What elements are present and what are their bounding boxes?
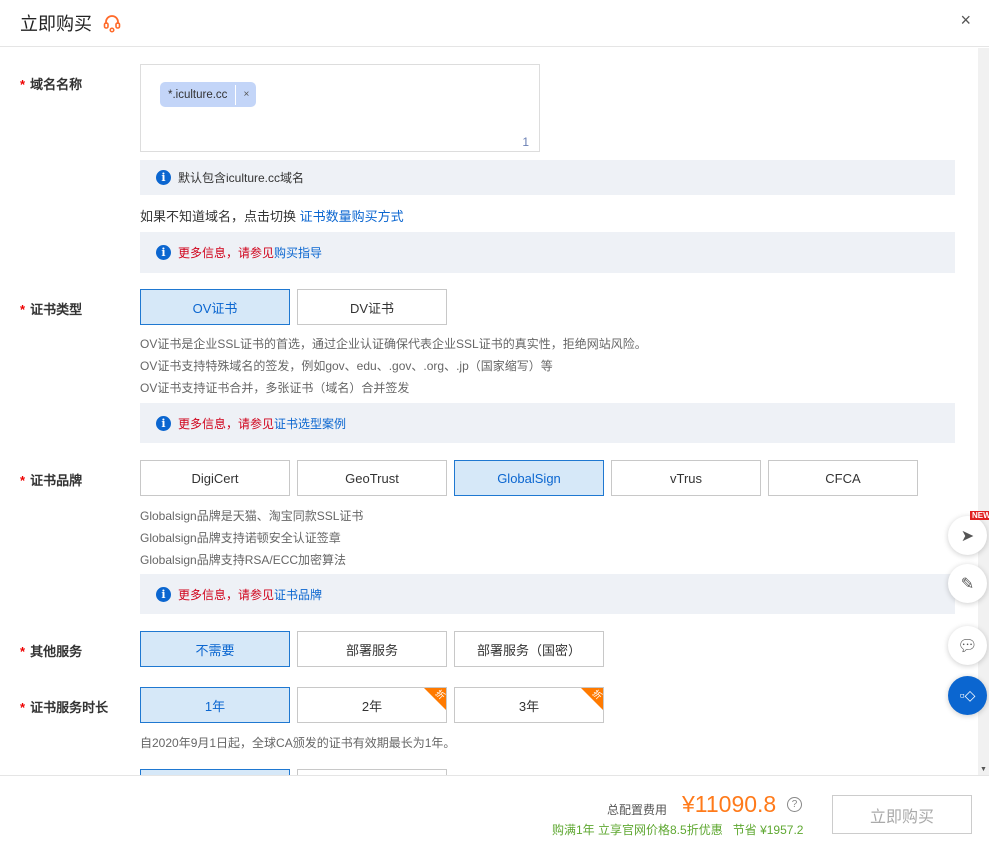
brand-desc: Globalsign品牌是天猫、淘宝同款SSL证书 Globalsign品牌支持… bbox=[140, 505, 363, 571]
chat-icon: 💬︎ bbox=[957, 637, 978, 655]
cert-type-label: * 证书类型 bbox=[20, 302, 83, 317]
domain-info: i 默认包含iculture.cc域名 bbox=[140, 160, 955, 195]
help-icon[interactable]: ? bbox=[787, 797, 802, 812]
info-icon: i bbox=[156, 586, 171, 602]
discount-badge: 折 bbox=[424, 688, 446, 710]
brand-link[interactable]: 证书品牌 bbox=[274, 586, 322, 603]
desc-line: Globalsign品牌是天猫、淘宝同款SSL证书 bbox=[140, 509, 364, 523]
info-text: 默认包含iculture.cc域名 bbox=[178, 171, 305, 185]
desc-line: Globalsign品牌支持RSA/ECC加密算法 bbox=[140, 553, 347, 567]
edit-float-button[interactable]: ✎ bbox=[948, 564, 987, 603]
new-badge: NEW bbox=[970, 511, 989, 520]
domain-input[interactable]: *.iculture.cc × 1 bbox=[140, 64, 540, 152]
domain-label: * 域名名称 bbox=[20, 77, 83, 92]
total-label: 总配置费用 bbox=[607, 803, 668, 817]
duration-note: 自2020年9月1日起，全球CA颁发的证书有效期最长为1年。 bbox=[140, 736, 456, 750]
duration-1y[interactable]: 1年 bbox=[140, 687, 290, 723]
pencil-icon: ✎ bbox=[960, 575, 975, 593]
footer: 总配置费用 ¥11090.8 ? 购满1年 立享官网价格8.5折优惠 节省 ¥1… bbox=[0, 775, 989, 842]
feedback-float-button[interactable]: ➤ bbox=[948, 516, 987, 555]
apps-icon: ▫◇ bbox=[959, 687, 976, 703]
cert-type-ov[interactable]: OV证书 bbox=[140, 289, 290, 325]
service-none[interactable]: 不需要 bbox=[140, 631, 290, 667]
domain-tag-text: *.iculture.cc bbox=[168, 88, 228, 101]
promo-desc: 购满1年 立享官网价格8.5折优惠 bbox=[552, 823, 723, 837]
discount-badge: 折 bbox=[581, 688, 603, 710]
brand-globalsign[interactable]: GlobalSign bbox=[454, 460, 604, 496]
domain-tag: *.iculture.cc × bbox=[160, 82, 257, 107]
duration-3y[interactable]: 3年 折 bbox=[454, 687, 604, 723]
buy-button[interactable]: 立即购买 bbox=[832, 795, 972, 834]
dialog-header: 立即购买 × bbox=[0, 0, 989, 47]
scrollbar[interactable]: ▼ bbox=[978, 48, 989, 775]
option-text: 3年 bbox=[518, 698, 540, 714]
desc-line: OV证书支持特殊域名的签发，例如gov、edu、.gov、.org、.jp（国家… bbox=[140, 359, 553, 373]
bird-icon: ➤ bbox=[960, 527, 975, 545]
cert-type-dv[interactable]: DV证书 bbox=[297, 289, 447, 325]
option-text: 1年 bbox=[204, 698, 226, 714]
scroll-down-icon[interactable]: ▼ bbox=[980, 766, 987, 773]
service-deploy-sm[interactable]: 部署服务（国密） bbox=[454, 631, 604, 667]
info-icon: i bbox=[156, 245, 171, 260]
switch-link[interactable]: 证书数量购买方式 bbox=[300, 209, 404, 224]
badge-text: 折 bbox=[433, 688, 447, 702]
switch-text: 如果不知道域名，点击切换 bbox=[140, 209, 297, 224]
brand-digicert[interactable]: DigiCert bbox=[140, 460, 290, 496]
brand-geotrust[interactable]: GeoTrust bbox=[297, 460, 447, 496]
service-label: * 其他服务 bbox=[20, 644, 83, 659]
cert-type-desc: OV证书是企业SSL证书的首选，通过企业认证确保代表企业SSL证书的真实性，拒绝… bbox=[140, 333, 647, 399]
save-label: 节省 bbox=[732, 823, 757, 837]
domain-count: 1 bbox=[522, 135, 529, 149]
option-text: 2年 bbox=[361, 698, 383, 714]
total-price: ¥11090.8 bbox=[682, 791, 777, 817]
cert-type-options: OV证书 DV证书 bbox=[140, 289, 447, 325]
save-amount: ¥1957.2 bbox=[760, 823, 804, 837]
apps-float-button[interactable]: ▫◇ bbox=[948, 676, 987, 715]
guide-link[interactable]: 购买指导 bbox=[274, 244, 322, 261]
more-text: 更多信息，请参见 bbox=[178, 246, 275, 260]
desc-line: OV证书是企业SSL证书的首选，通过企业认证确保代表企业SSL证书的真实性，拒绝… bbox=[140, 337, 647, 351]
info-icon: i bbox=[156, 415, 171, 431]
dialog-title: 立即购买 bbox=[20, 14, 92, 34]
brand-more-info: i 更多信息，请参见 证书品牌 bbox=[140, 574, 955, 614]
more-text: 更多信息，请参见 bbox=[178, 587, 275, 602]
brand-label: * 证书品牌 bbox=[20, 473, 83, 488]
tag-remove-icon[interactable]: × bbox=[235, 84, 256, 105]
close-icon[interactable]: × bbox=[960, 10, 971, 31]
scrollbar-thumb[interactable] bbox=[980, 48, 987, 768]
promo-text: 购满1年 立享官网价格8.5折优惠 节省 ¥1957.2 bbox=[552, 821, 803, 838]
brand-vtrus[interactable]: vTrus bbox=[611, 460, 761, 496]
duration-2y[interactable]: 2年 折 bbox=[297, 687, 447, 723]
domain-more-info: i 更多信息，请参见 购买指导 bbox=[140, 232, 955, 273]
service-options: 不需要 部署服务 部署服务（国密） bbox=[140, 631, 604, 667]
duration-options: 1年 2年 折 3年 折 bbox=[140, 687, 604, 723]
duration-label: * 证书服务时长 bbox=[20, 700, 109, 715]
brand-cfca[interactable]: CFCA bbox=[768, 460, 918, 496]
service-deploy[interactable]: 部署服务 bbox=[297, 631, 447, 667]
form-body: * 域名名称 *.iculture.cc × 1 i 默认包含iculture.cc域… bbox=[0, 48, 978, 775]
switch-hint: 如果不知道域名，点击切换 证书数量购买方式 bbox=[140, 206, 404, 225]
cert-type-more-info: i 更多信息，请参见 证书选型案例 bbox=[140, 403, 955, 443]
desc-line: OV证书支持证书合并，多张证书（域名）合并签发 bbox=[140, 381, 410, 395]
headset-icon[interactable] bbox=[102, 13, 122, 33]
info-icon: i bbox=[156, 170, 171, 185]
brand-options: DigiCert GeoTrust GlobalSign vTrus CFCA bbox=[140, 460, 918, 496]
case-link[interactable]: 证书选型案例 bbox=[274, 415, 346, 432]
desc-line: Globalsign品牌支持诺顿安全认证签章 bbox=[140, 531, 341, 545]
more-text: 更多信息，请参见 bbox=[178, 416, 275, 431]
chat-float-button[interactable]: 💬︎ bbox=[948, 626, 987, 665]
badge-text: 折 bbox=[590, 688, 604, 702]
